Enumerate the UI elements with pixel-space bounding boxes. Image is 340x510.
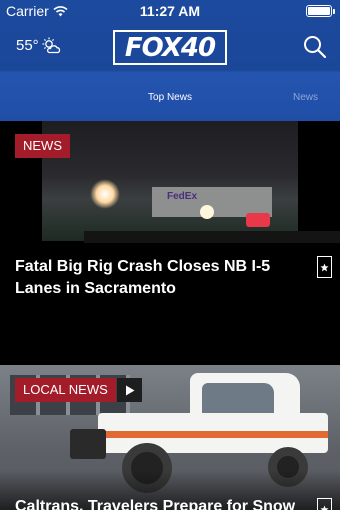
category-badge: NEWS — [15, 134, 70, 158]
play-icon — [125, 385, 134, 395]
logo-text: FOX40 — [124, 32, 216, 63]
story-card[interactable]: LOCAL NEWS Caltrans, Travelers Prepare f… — [0, 365, 340, 510]
bookmark-button[interactable] — [317, 256, 332, 278]
story-headline[interactable]: Caltrans, Travelers Prepare for Snow — [15, 496, 300, 510]
tab-top-news[interactable]: Top News — [0, 92, 340, 103]
app-header: Carrier 11:27 AM 55° FOX40 Top News News — [0, 0, 340, 121]
star-icon — [320, 504, 329, 510]
story-card[interactable]: FedEx NEWS Fatal Big Rig Crash Closes NB… — [0, 121, 340, 365]
star-icon — [320, 262, 329, 271]
category-badge: LOCAL NEWS — [15, 378, 116, 402]
clock: 11:27 AM — [139, 3, 201, 19]
tail-light — [246, 213, 270, 227]
battery-icon — [306, 5, 335, 17]
nav-bar: 55° FOX40 — [0, 22, 340, 72]
light-flare — [200, 205, 214, 219]
video-play-button[interactable] — [117, 378, 142, 402]
status-bar: Carrier 11:27 AM — [0, 0, 340, 22]
truck-grille — [70, 429, 106, 459]
truck-stripe — [98, 431, 328, 438]
search-button[interactable] — [302, 34, 328, 60]
bookmark-button[interactable] — [317, 498, 332, 510]
tab-news[interactable]: News — [293, 92, 318, 103]
partly-cloudy-icon — [42, 37, 60, 54]
tab-bar: Top News News — [0, 72, 340, 121]
headlight-glow — [90, 179, 120, 209]
temperature: 55° — [16, 37, 39, 54]
truck-window — [202, 383, 274, 413]
story-headline[interactable]: Fatal Big Rig Crash Closes NB I-5 Lanes … — [15, 256, 300, 300]
photo-truck-logo: FedEx — [167, 191, 198, 202]
search-icon — [304, 36, 327, 59]
road-surface — [84, 231, 340, 243]
story-photo — [42, 121, 340, 243]
weather-widget[interactable]: 55° — [16, 37, 61, 54]
fox40-logo: FOX40 — [113, 30, 227, 65]
